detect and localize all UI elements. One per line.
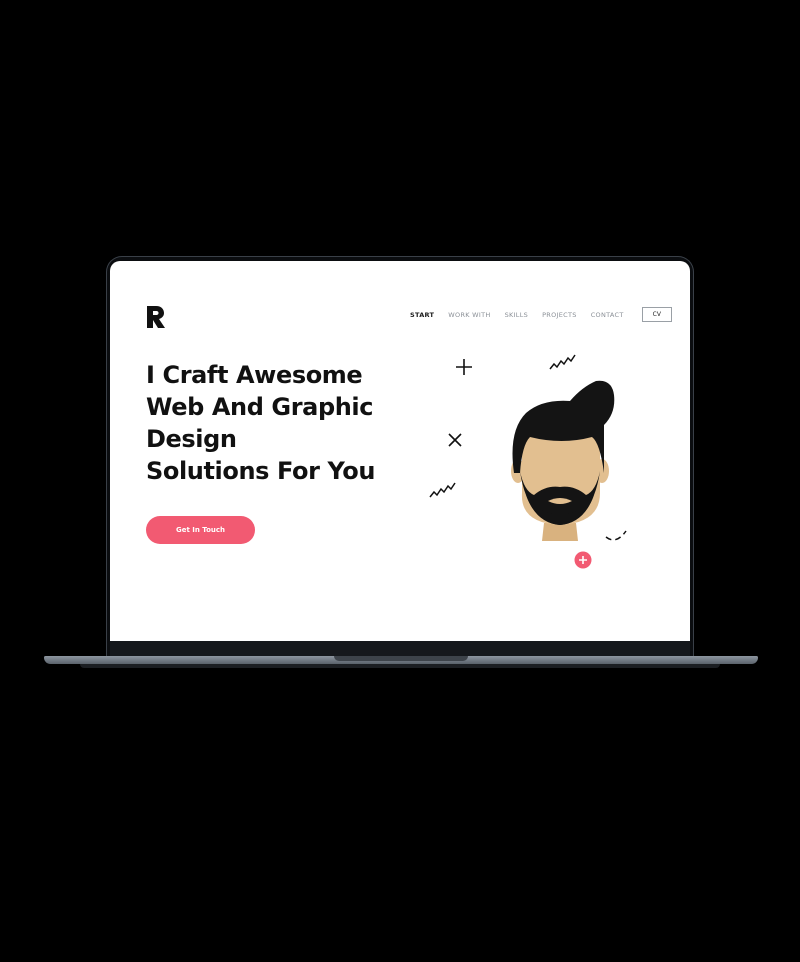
nav-item-skills[interactable]: SKILLS bbox=[505, 311, 528, 319]
headline-line: Solutions For You bbox=[146, 457, 376, 485]
nav-item-work-with[interactable]: WORK WITH bbox=[448, 311, 490, 319]
squiggle-icon bbox=[549, 354, 576, 370]
close-icon bbox=[448, 433, 462, 447]
arc-decoration bbox=[605, 530, 627, 541]
add-circle-icon[interactable] bbox=[574, 551, 592, 569]
headline-line: Design bbox=[146, 425, 237, 453]
screen-bottom-bezel bbox=[110, 641, 690, 656]
r-logo-icon[interactable] bbox=[146, 305, 166, 329]
laptop-notch bbox=[334, 656, 468, 661]
plus-icon bbox=[456, 359, 472, 375]
bearded-man-avatar bbox=[511, 380, 615, 541]
hero-headline: I Craft Awesome Web And Graphic Design S… bbox=[146, 359, 375, 487]
get-in-touch-button[interactable]: Get In Touch bbox=[146, 516, 255, 544]
laptop-screen: START WORK WITH SKILLS PROJECTS CONTACT … bbox=[110, 261, 690, 641]
squiggle-icon bbox=[429, 482, 456, 498]
avatar-illustration bbox=[428, 341, 648, 581]
cv-button[interactable]: CV bbox=[641, 307, 672, 322]
laptop-base-shadow bbox=[80, 664, 720, 668]
headline-line: I Craft Awesome bbox=[146, 361, 363, 389]
nav-item-start[interactable]: START bbox=[410, 311, 434, 319]
stage: START WORK WITH SKILLS PROJECTS CONTACT … bbox=[0, 0, 800, 962]
nav-item-contact[interactable]: CONTACT bbox=[591, 311, 624, 319]
headline-line: Web And Graphic bbox=[146, 393, 374, 421]
main-nav: START WORK WITH SKILLS PROJECTS CONTACT … bbox=[410, 307, 672, 322]
nav-item-projects[interactable]: PROJECTS bbox=[542, 311, 577, 319]
